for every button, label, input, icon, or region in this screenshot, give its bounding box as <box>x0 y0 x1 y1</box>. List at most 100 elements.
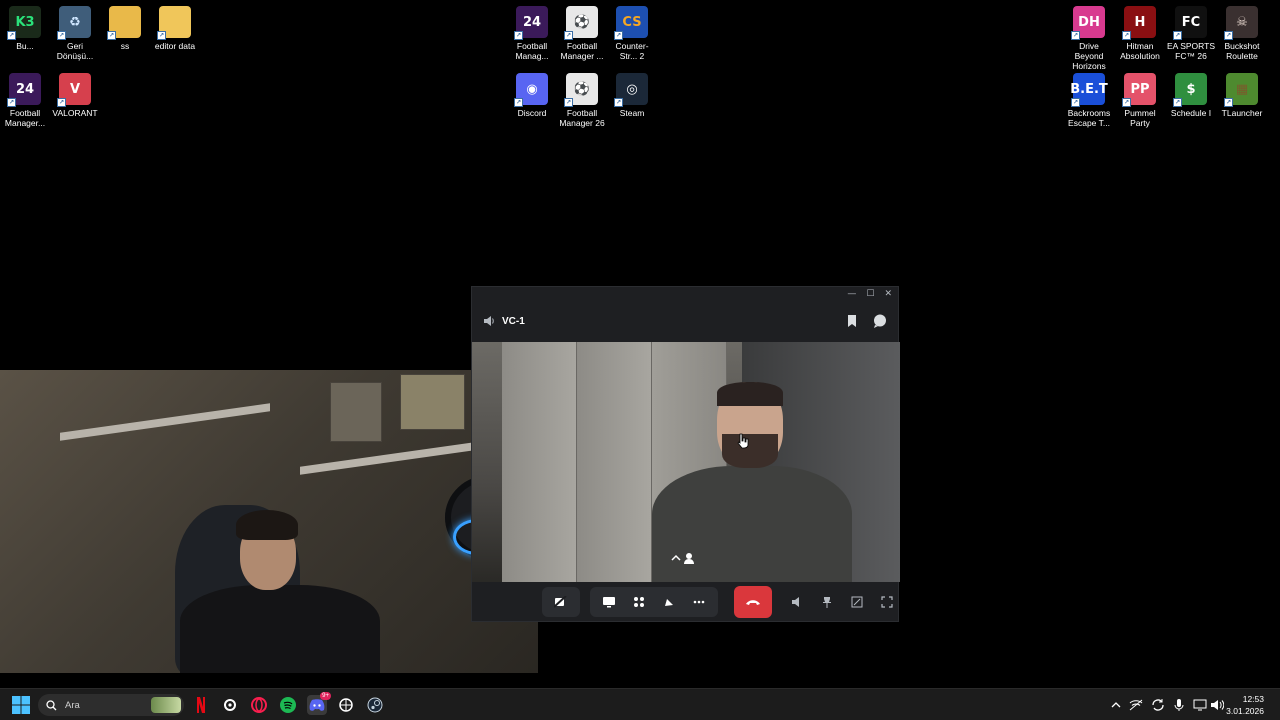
desktop-shortcut[interactable]: ↗ ss <box>100 2 150 51</box>
soundboard-icon[interactable] <box>654 587 684 617</box>
drive-beyond-horizons-icon: DH ↗ <box>1071 6 1105 40</box>
desktop-shortcut[interactable]: PP ↗ Pummel Party <box>1115 69 1165 128</box>
desktop-shortcut-label: Football Manag... <box>515 41 549 61</box>
camera-off-icon[interactable] <box>546 587 576 617</box>
valorant-icon: V ↗ <box>57 73 91 107</box>
close-button[interactable]: ✕ <box>884 289 892 299</box>
maximize-button[interactable]: ☐ <box>866 289 874 299</box>
opera-gx-icon[interactable] <box>249 695 269 715</box>
desktop-shortcut-label: Schedule I <box>1170 108 1212 118</box>
participant-beard <box>722 434 778 468</box>
desktop-shortcut[interactable]: ♻ ↗ Geri Dönüşü... <box>50 2 100 61</box>
system-clock[interactable]: 12:53 3.01.2026 <box>1226 693 1264 717</box>
desktop-shortcut-label: Hitman Absolution <box>1120 41 1160 61</box>
openai-icon[interactable] <box>336 695 356 715</box>
desktop-shortcut[interactable]: ☠ ↗ Buckshot Roulette <box>1217 2 1267 61</box>
tray-overflow-icon[interactable] <box>1109 697 1123 713</box>
taskbar: Ara 9+ 12:53 3.01.2026 <box>0 688 1280 720</box>
fullscreen-icon[interactable] <box>874 587 900 617</box>
shortcut-arrow-icon: ↗ <box>57 98 66 107</box>
desktop-shortcut-label: Geri Dönüşü... <box>56 41 94 61</box>
desktop-shortcut[interactable]: CS ↗ Counter-Str... 2 <box>607 2 657 61</box>
microphone-icon[interactable] <box>1172 697 1186 713</box>
recycle-bin-icon: ♻ ↗ <box>57 6 91 40</box>
folder-icon: ↗ <box>157 6 191 40</box>
desktop-shortcut-label: Backrooms Escape T... <box>1067 108 1111 128</box>
desktop-shortcut-label: TLauncher <box>1221 108 1263 118</box>
counter-strike-icon: CS ↗ <box>614 6 648 40</box>
desktop-shortcut[interactable]: FC ↗ EA SPORTS FC™ 26 <box>1166 2 1216 61</box>
ea-sports-fc-icon: FC ↗ <box>1173 6 1207 40</box>
chat-icon[interactable] <box>872 313 888 329</box>
desktop-shortcut[interactable]: V ↗ VALORANT <box>50 69 100 118</box>
camera-control[interactable] <box>542 587 580 617</box>
steam-taskbar-icon[interactable] <box>365 695 385 715</box>
hitman-icon: H ↗ <box>1122 6 1156 40</box>
hand-cursor-icon <box>736 433 750 454</box>
desktop-shortcut-label: ss <box>120 41 130 51</box>
search-icon <box>46 699 57 710</box>
desktop-shortcut[interactable]: ◉ ↗ Discord <box>507 69 557 118</box>
popout-icon[interactable] <box>844 587 870 617</box>
netflix-icon[interactable] <box>191 695 211 715</box>
desktop-shortcut[interactable]: ⚽ ↗ Football Manager 26 <box>557 69 607 128</box>
k3-app-icon: K3 ↗ <box>7 6 41 40</box>
schedule-one-icon: $ ↗ <box>1173 73 1207 107</box>
desktop-shortcut[interactable]: B.E.T ↗ Backrooms Escape T... <box>1064 69 1114 128</box>
start-button[interactable] <box>11 695 31 715</box>
desktop-shortcut[interactable]: 24 ↗ Football Manag... <box>507 2 557 61</box>
discord-call-window[interactable]: — ☐ ✕ VC-1 <box>471 286 900 622</box>
disconnect-button[interactable] <box>734 586 773 618</box>
more-options-icon[interactable] <box>684 587 714 617</box>
desktop-shortcut[interactable]: DH ↗ Drive Beyond Horizons <box>1064 2 1114 71</box>
desktop-shortcut-label: Football Manager ... <box>560 41 604 61</box>
pin-icon[interactable] <box>814 587 840 617</box>
activities-icon[interactable] <box>624 587 654 617</box>
desktop-shortcut[interactable]: H ↗ Hitman Absolution <box>1115 2 1165 61</box>
clock-time: 12:53 <box>1242 694 1264 704</box>
desktop-shortcut[interactable]: K3 ↗ Bu... <box>0 2 50 51</box>
football-manager-icon: ⚽ ↗ <box>564 6 598 40</box>
participants-toggle[interactable] <box>668 550 698 566</box>
discord-badge: 9+ <box>320 692 331 700</box>
desktop-shortcut[interactable]: ◎ ↗ Steam <box>607 69 657 118</box>
spotify-icon[interactable] <box>278 695 298 715</box>
pummel-party-icon: PP ↗ <box>1122 73 1156 107</box>
shortcut-arrow-icon: ↗ <box>7 31 16 40</box>
speaker-icon <box>482 314 496 328</box>
search-box[interactable]: Ara <box>38 694 184 716</box>
desktop-shortcut[interactable]: $ ↗ Schedule I <box>1166 69 1216 118</box>
screen-share-icon[interactable] <box>594 587 624 617</box>
participant-video[interactable] <box>472 342 900 582</box>
shortcut-arrow-icon: ↗ <box>157 31 166 40</box>
minimize-button[interactable]: — <box>847 289 856 299</box>
activity-controls <box>590 587 718 617</box>
football-manager-icon: ⚽ ↗ <box>564 73 598 107</box>
display-icon[interactable] <box>1193 697 1207 713</box>
shortcut-arrow-icon: ↗ <box>1173 98 1182 107</box>
desktop-shortcut-label: Discord <box>517 108 547 118</box>
shortcut-arrow-icon: ↗ <box>1071 31 1080 40</box>
settings-gear-icon[interactable] <box>220 695 240 715</box>
discord-taskbar-icon[interactable]: 9+ <box>307 692 331 715</box>
shortcut-arrow-icon: ↗ <box>564 98 573 107</box>
desktop-shortcut-label: Football Manager... <box>4 108 46 128</box>
network-disabled-icon[interactable] <box>1129 697 1143 713</box>
bookmark-icon[interactable] <box>846 313 858 329</box>
volume-tray-icon[interactable] <box>1210 697 1224 713</box>
football-manager-24-icon: 24 ↗ <box>514 6 548 40</box>
shortcut-arrow-icon: ↗ <box>1173 31 1182 40</box>
desktop-shortcut-label: editor data <box>154 41 196 51</box>
desktop-shortcut[interactable]: ↗ editor data <box>150 2 200 51</box>
shortcut-arrow-icon: ↗ <box>1224 31 1233 40</box>
desktop-shortcut[interactable]: 24 ↗ Football Manager... <box>0 69 50 128</box>
desktop-shortcut[interactable]: ⚽ ↗ Football Manager ... <box>557 2 607 61</box>
sync-icon[interactable] <box>1151 697 1165 713</box>
webcam-overlay <box>0 370 538 673</box>
search-placeholder: Ara <box>65 699 80 711</box>
window-titlebar: — ☐ ✕ <box>472 287 898 301</box>
discord-icon: ◉ ↗ <box>514 73 548 107</box>
shortcut-arrow-icon: ↗ <box>614 98 623 107</box>
volume-icon[interactable] <box>784 587 810 617</box>
desktop-shortcut[interactable]: ▦ ↗ TLauncher <box>1217 69 1267 118</box>
